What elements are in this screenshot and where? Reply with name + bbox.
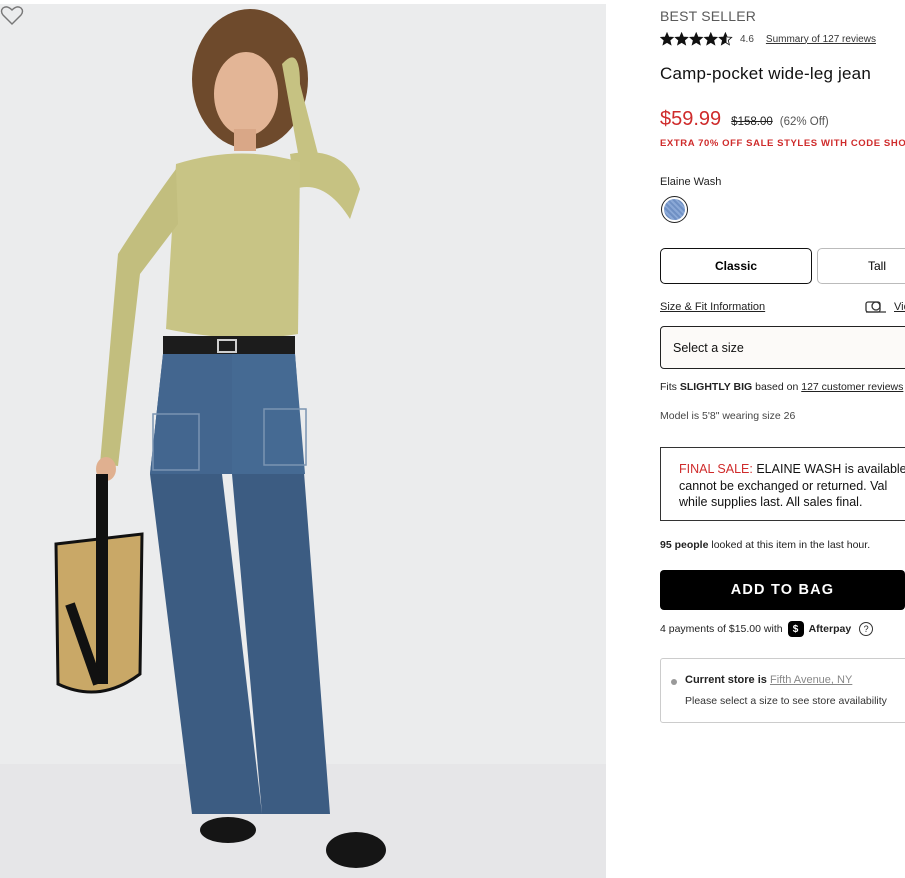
star-4	[703, 32, 719, 46]
store-status-dot	[671, 679, 677, 685]
original-price: $158.00	[731, 116, 773, 128]
afterpay-name: Afterpay	[808, 623, 852, 635]
discount-percent: (62% Off)	[779, 116, 829, 128]
product-details-panel: BEST SELLER 4.6 Summary of 127 reviews C…	[660, 0, 905, 878]
afterpay-text: 4 payments of $15.00 with	[660, 623, 783, 635]
rating-row: 4.6 Summary of 127 reviews	[660, 32, 876, 46]
fit-prefix: Fits	[660, 381, 680, 393]
rating-value: 4.6	[740, 33, 754, 45]
star-rating-icon	[660, 32, 733, 46]
fit-option-classic[interactable]: Classic	[660, 248, 812, 284]
final-sale-line-1: ELAINE WASH is available	[752, 462, 905, 476]
current-store-prefix: Current store is	[685, 674, 770, 686]
recent-views-message: 95 people looked at this item in the las…	[660, 539, 870, 551]
viewer-text: looked at this item in the last hour.	[708, 539, 871, 551]
customer-reviews-link[interactable]: 127 customer reviews	[801, 381, 903, 393]
model-size-info: Model is 5'8" wearing size 26	[660, 410, 796, 422]
star-5	[718, 32, 733, 46]
star-2	[674, 32, 689, 46]
size-fit-info-link[interactable]: Size & Fit Information	[660, 301, 765, 313]
viewer-count: 95 people	[660, 539, 709, 551]
store-availability-note: Please select a size to see store availa…	[685, 695, 887, 707]
reviews-summary-link[interactable]: Summary of 127 reviews	[766, 34, 876, 45]
star-3	[688, 32, 704, 46]
current-store: Current store is Fifth Avenue, NY	[685, 674, 852, 686]
swatch-fill	[664, 199, 685, 220]
afterpay-row: 4 payments of $15.00 with $ Afterpay ?	[660, 621, 874, 637]
heart-icon[interactable]	[0, 4, 24, 26]
fit-based-on: based on	[752, 381, 802, 393]
best-seller-badge: BEST SELLER	[660, 8, 757, 24]
store-name-link[interactable]: Fifth Avenue, NY	[770, 674, 852, 686]
final-sale-line-2: cannot be exchanged or returned. Val	[679, 478, 888, 493]
model-photo	[0, 9, 606, 878]
afterpay-logo-icon: $	[787, 621, 804, 637]
star-1	[660, 32, 675, 46]
color-swatch-elaine-wash[interactable]	[661, 196, 688, 223]
final-sale-line-3: while supplies last. All sales final.	[679, 495, 863, 509]
product-image[interactable]	[0, 4, 606, 878]
add-to-bag-button[interactable]: ADD TO BAG	[660, 570, 905, 610]
sale-price: $59.99	[660, 108, 722, 130]
view-measurements-link[interactable]: View	[894, 301, 905, 313]
promo-message: EXTRA 70% OFF SALE STYLES WITH CODE SHOP…	[660, 138, 905, 149]
size-select[interactable]: Select a size	[660, 326, 905, 369]
size-select-placeholder: Select a size	[673, 340, 744, 355]
store-availability-box: Current store is Fifth Avenue, NY Please…	[660, 658, 905, 723]
help-icon[interactable]: ?	[859, 622, 874, 636]
fit-value: SLIGHTLY BIG	[679, 381, 753, 393]
tape-measure-icon	[865, 301, 886, 313]
fit-option-tall[interactable]: Tall	[817, 248, 905, 284]
final-sale-label: FINAL SALE:	[679, 462, 753, 476]
product-title: Camp-pocket wide-leg jean	[660, 64, 871, 83]
final-sale-notice: FINAL SALE: ELAINE WASH is available can…	[660, 447, 905, 521]
color-label: Elaine Wash	[660, 176, 722, 188]
price-row: $59.99 $158.00 (62% Off)	[660, 108, 829, 131]
fit-feedback: Fits SLIGHTLY BIG based on 127 customer …	[660, 381, 903, 393]
